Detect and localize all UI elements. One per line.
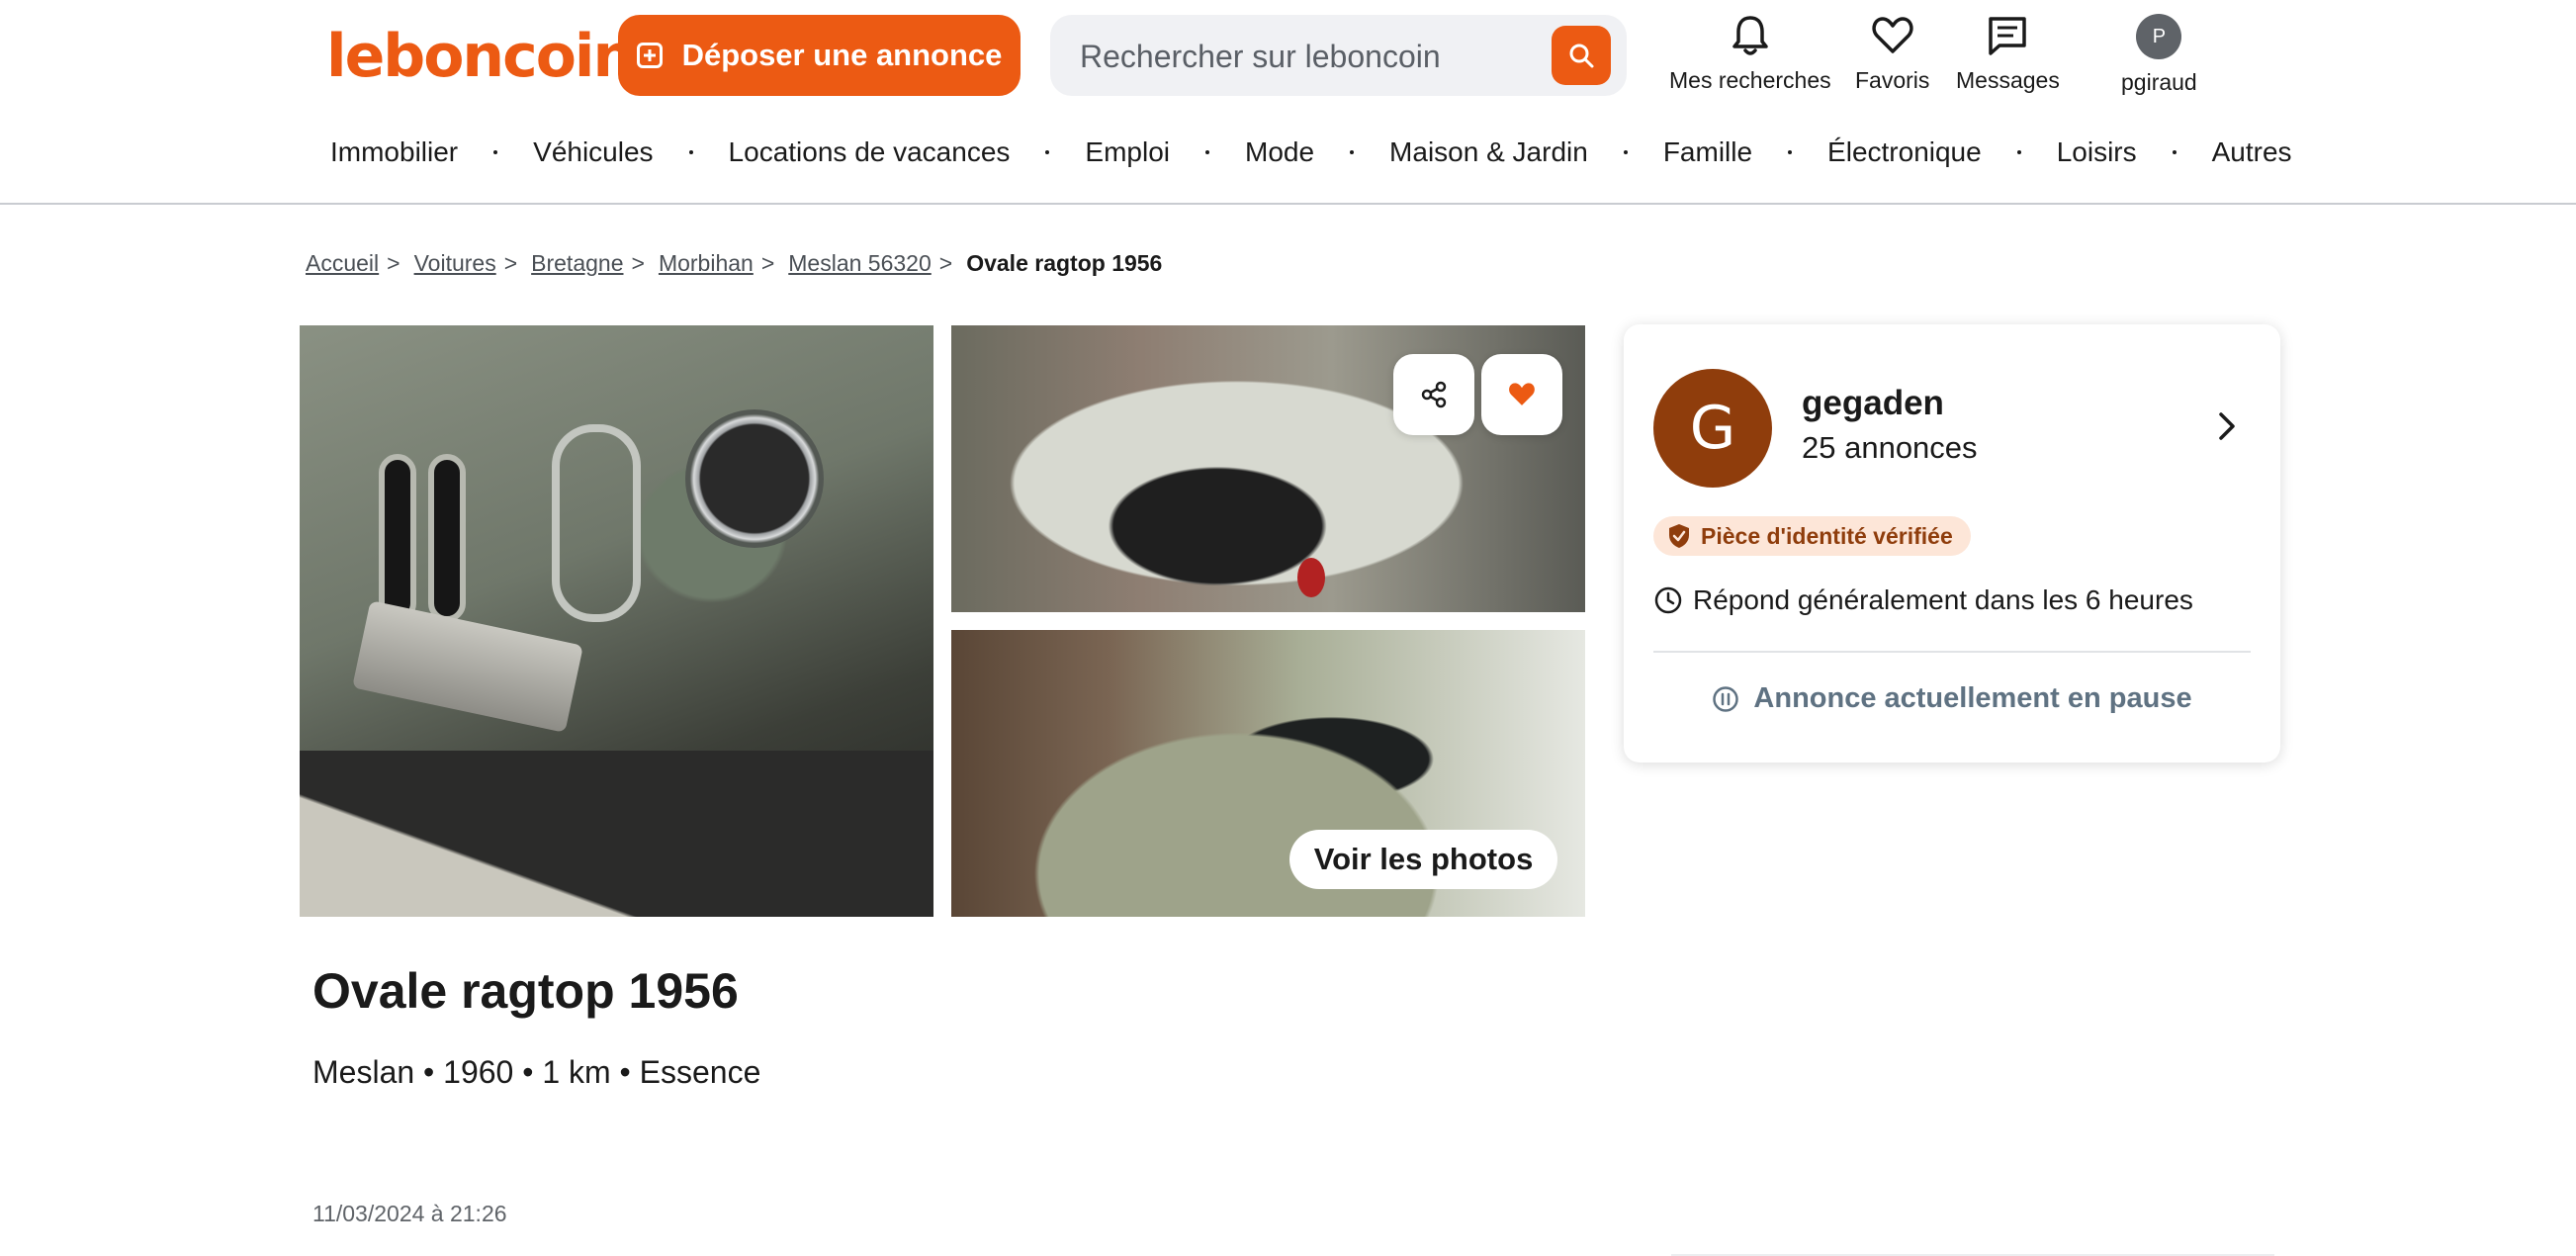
category-emploi[interactable]: Emploi <box>1085 136 1170 168</box>
ad-date: 11/03/2024 à 21:26 <box>312 1201 507 1226</box>
separator-dot <box>688 150 693 154</box>
share-button[interactable] <box>1393 354 1474 435</box>
breadcrumb-morbihan[interactable]: Morbihan <box>659 250 754 277</box>
photo-detail <box>428 454 466 622</box>
main-photo[interactable] <box>300 325 933 917</box>
bell-icon <box>1732 16 1768 55</box>
breadcrumb-separator: > <box>760 250 775 276</box>
seller-ads-count: 25 annonces <box>1802 430 1978 465</box>
my-searches-link[interactable]: Mes recherches <box>1669 14 1831 94</box>
breadcrumb-voitures[interactable]: Voitures <box>414 250 496 277</box>
seller-avatar[interactable]: G <box>1653 369 1772 488</box>
post-ad-label: Déposer une annonce <box>681 38 1003 72</box>
photo-detail <box>379 454 416 622</box>
post-ad-button[interactable]: Déposer une annonce <box>618 15 1021 96</box>
separator-dot <box>2016 150 2021 154</box>
plus-square-icon <box>636 43 663 68</box>
breadcrumb-separator: > <box>503 250 518 276</box>
ad-meta: Meslan • 1960 • 1 km • Essence <box>312 1054 761 1090</box>
verified-label: Pièce d'identité vérifiée <box>1701 522 1953 549</box>
response-time: Répond généralement dans les 6 heures <box>1653 584 2193 616</box>
category-nav: Immobilier Véhicules Locations de vacanc… <box>330 136 2292 168</box>
shield-check-icon <box>1669 524 1689 548</box>
favorites-label: Favoris <box>1855 67 1930 93</box>
user-avatar: P <box>2136 14 2182 59</box>
share-icon <box>1421 381 1447 408</box>
category-immobilier[interactable]: Immobilier <box>330 136 458 168</box>
separator-dot <box>2172 150 2176 154</box>
see-photos-button[interactable]: Voir les photos <box>1289 830 1557 889</box>
favorite-button[interactable] <box>1481 354 1562 435</box>
category-electronique[interactable]: Électronique <box>1827 136 1982 168</box>
site-header: leboncoin Déposer une annonce Mes recher… <box>0 0 2576 205</box>
messages-label: Messages <box>1956 67 2060 93</box>
category-vehicules[interactable]: Véhicules <box>533 136 653 168</box>
category-autres[interactable]: Autres <box>2212 136 2292 168</box>
separator-dot <box>493 150 498 154</box>
verified-badge: Pièce d'identité vérifiée <box>1653 516 1971 556</box>
message-icon <box>1989 17 2027 55</box>
paused-notice: Annonce actuellement en pause <box>1624 682 2280 715</box>
separator-dot <box>1623 150 1628 154</box>
separator-dot <box>1045 150 1050 154</box>
category-maison-jardin[interactable]: Maison & Jardin <box>1389 136 1588 168</box>
photo-detail <box>552 424 641 622</box>
breadcrumb-bretagne[interactable]: Bretagne <box>531 250 623 277</box>
breadcrumb-separator: > <box>387 250 400 276</box>
breadcrumb-meslan[interactable]: Meslan 56320 <box>788 250 932 277</box>
response-time-label: Répond généralement dans les 6 heures <box>1693 584 2193 615</box>
separator-dot <box>1350 150 1355 154</box>
photo-detail <box>685 409 824 548</box>
photo-detail <box>300 751 933 917</box>
search-button[interactable] <box>1552 26 1611 85</box>
category-mode[interactable]: Mode <box>1245 136 1314 168</box>
ad-title: Ovale ragtop 1956 <box>312 963 739 1019</box>
separator-dot <box>1205 150 1209 154</box>
category-famille[interactable]: Famille <box>1663 136 1752 168</box>
pause-icon <box>1713 685 1739 712</box>
my-searches-label: Mes recherches <box>1669 67 1831 93</box>
messages-link[interactable]: Messages <box>1956 14 2060 94</box>
breadcrumb: Accueil > Voitures > Bretagne > Morbihan… <box>306 250 1162 277</box>
breadcrumb-accueil[interactable]: Accueil <box>306 250 379 277</box>
clock-icon <box>1654 586 1682 614</box>
breadcrumb-current: Ovale ragtop 1956 <box>966 250 1163 276</box>
separator-dot <box>1788 150 1793 154</box>
leboncoin-logo[interactable]: leboncoin <box>326 22 635 91</box>
heart-icon <box>1872 17 1913 53</box>
search-bar <box>1050 15 1627 96</box>
category-loisirs[interactable]: Loisirs <box>2057 136 2137 168</box>
user-menu[interactable]: P pgiraud <box>2121 14 2197 96</box>
photo-detail <box>1297 558 1325 597</box>
heart-filled-icon <box>1509 383 1535 405</box>
favorites-link[interactable]: Favoris <box>1855 14 1929 94</box>
divider <box>1653 651 2251 653</box>
search-icon <box>1569 44 1594 68</box>
seller-name[interactable]: gegaden <box>1802 384 1944 423</box>
category-locations-vacances[interactable]: Locations de vacances <box>729 136 1011 168</box>
breadcrumb-separator: > <box>631 250 645 276</box>
photo-detail <box>352 600 583 733</box>
breadcrumb-separator: > <box>938 250 953 276</box>
username-label: pgiraud <box>2121 69 2197 95</box>
chevron-right-icon[interactable] <box>2217 410 2237 442</box>
search-input[interactable] <box>1080 35 1535 78</box>
paused-label: Annonce actuellement en pause <box>1753 682 2192 714</box>
seller-card: G gegaden 25 annonces Pièce d'identité v… <box>1624 324 2280 763</box>
